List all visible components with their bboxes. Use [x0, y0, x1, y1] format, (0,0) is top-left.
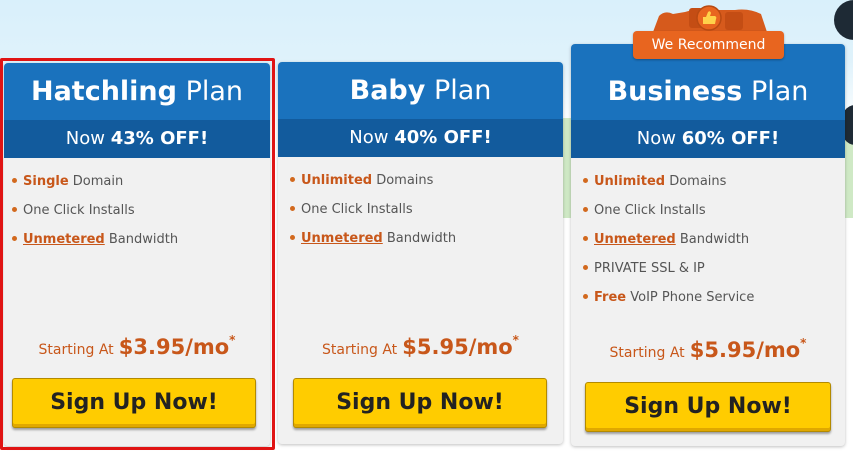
bullet-icon	[290, 235, 295, 240]
feature-text: VoIP Phone Service	[630, 290, 755, 305]
bullet-icon	[583, 178, 588, 183]
feature-highlight: Unlimited	[301, 173, 373, 188]
sign-up-button[interactable]: Sign Up Now!	[293, 378, 547, 428]
sign-up-button[interactable]: Sign Up Now!	[585, 382, 831, 432]
background-decoration	[834, 0, 853, 40]
price-footnote-mark: *	[512, 333, 519, 347]
price-line: Starting At $5.95/mo*	[571, 336, 845, 362]
plan-title: Business Plan	[571, 63, 845, 120]
bullet-icon	[583, 265, 588, 270]
feature-item: One Click Installs	[583, 203, 845, 232]
discount-banner: Now 40% OFF!	[278, 119, 563, 157]
feature-highlight: Free	[594, 290, 627, 305]
bullet-icon	[583, 207, 588, 212]
plan-card-baby: Baby Plan Now 40% OFF! Unlimited Domains…	[278, 62, 563, 444]
feature-text: Bandwidth	[386, 231, 457, 246]
feature-text: Domains	[376, 173, 434, 188]
feature-list: Unlimited Domains One Click Installs Unm…	[278, 157, 563, 260]
price-line: Starting At $5.95/mo*	[278, 333, 563, 359]
price-footnote-mark: *	[800, 336, 807, 350]
feature-list: Unlimited Domains One Click Installs Unm…	[571, 158, 845, 319]
price-amount: $5.95/mo	[689, 338, 801, 362]
selected-plan-outline	[0, 58, 275, 450]
bullet-icon	[583, 236, 588, 241]
feature-text: One Click Installs	[594, 203, 706, 218]
bullet-icon	[290, 206, 295, 211]
we-recommend-badge: We Recommend	[633, 31, 784, 59]
feature-text: Bandwidth	[679, 232, 750, 247]
plan-name: Business	[607, 76, 743, 107]
feature-item: Unlimited Domains	[583, 174, 845, 203]
feature-item: Unlimited Domains	[290, 173, 563, 202]
bullet-icon	[583, 294, 588, 299]
thumbs-up-icon	[653, 5, 767, 33]
feature-text: Domains	[669, 174, 727, 189]
plan-card-business: Business Plan Now 60% OFF! Unlimited Dom…	[571, 44, 845, 446]
feature-item: PRIVATE SSL & IP	[583, 261, 845, 290]
plan-title: Baby Plan	[278, 62, 563, 119]
discount-value: 40% OFF!	[394, 127, 492, 148]
discount-prefix: Now	[636, 128, 676, 149]
discount-banner: Now 60% OFF!	[571, 120, 845, 158]
feature-text: PRIVATE SSL & IP	[594, 261, 705, 276]
price-amount: $5.95/mo	[402, 335, 513, 359]
discount-value: 60% OFF!	[681, 128, 780, 149]
feature-item: Free VoIP Phone Service	[583, 290, 845, 319]
feature-item: One Click Installs	[290, 202, 563, 231]
plan-name: Baby	[349, 75, 426, 106]
starting-label: Starting At	[322, 342, 398, 358]
discount-prefix: Now	[349, 127, 389, 148]
feature-highlight-link[interactable]: Unmetered	[301, 231, 383, 246]
plan-suffix: Plan	[433, 75, 492, 106]
feature-highlight-link[interactable]: Unmetered	[594, 232, 676, 247]
starting-label: Starting At	[609, 345, 685, 361]
feature-text: One Click Installs	[301, 202, 413, 217]
feature-item: Unmetered Bandwidth	[583, 232, 845, 261]
plan-suffix: Plan	[750, 76, 809, 107]
feature-highlight: Unlimited	[594, 174, 666, 189]
feature-item: Unmetered Bandwidth	[290, 231, 563, 260]
bullet-icon	[290, 177, 295, 182]
